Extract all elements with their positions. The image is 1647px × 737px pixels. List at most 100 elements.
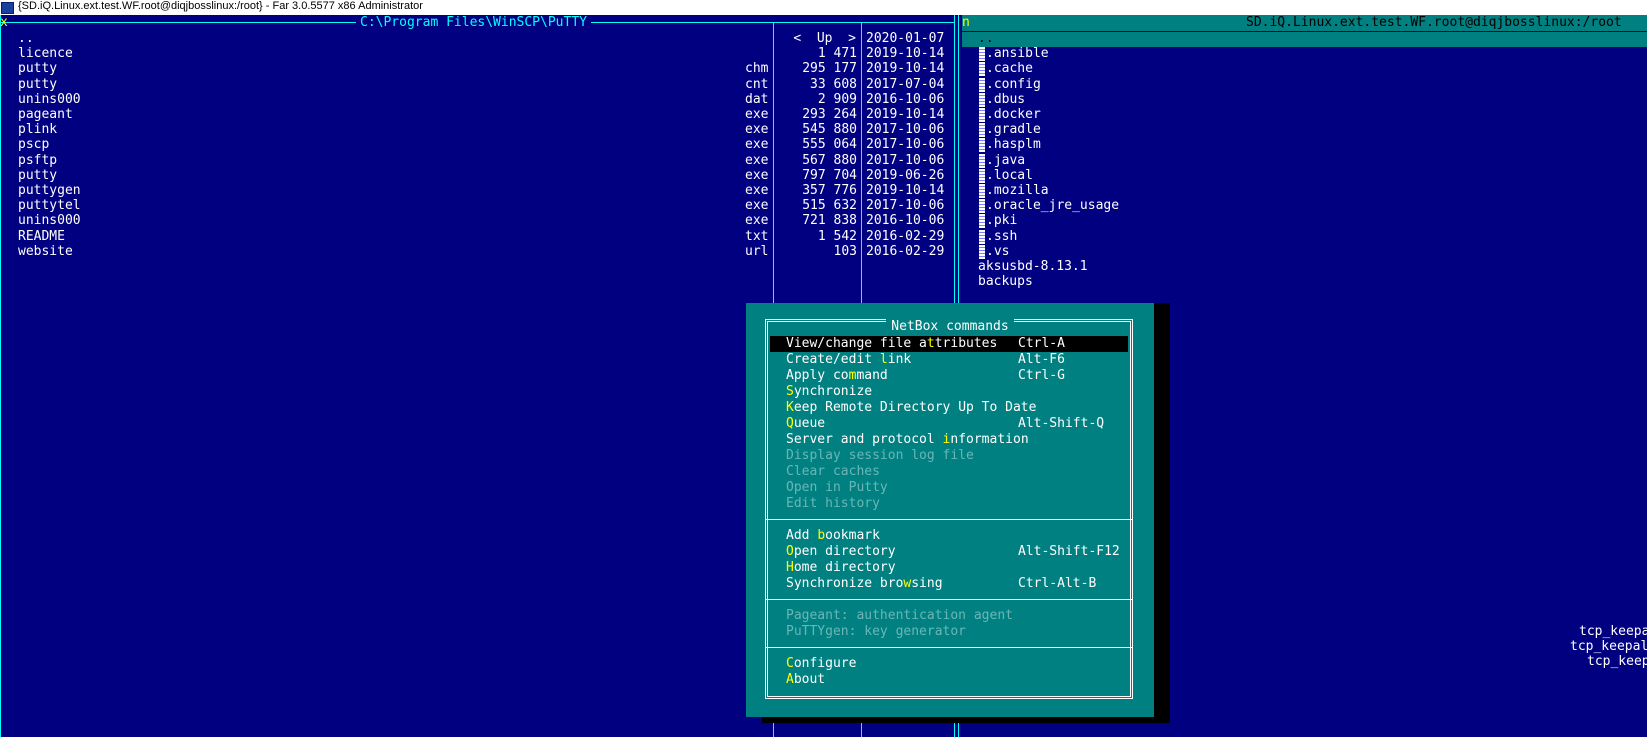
file-name[interactable]: putty — [18, 168, 57, 184]
remote-file-partial[interactable]: tcp_keepa — [1579, 624, 1647, 640]
menu-item[interactable]: Home directory — [770, 560, 1128, 576]
menu-item-label: Open directory — [786, 544, 896, 559]
file-ext: exe — [745, 152, 769, 168]
file-name[interactable]: unins000 — [18, 92, 81, 108]
remote-file-name[interactable]: backups — [978, 274, 1033, 290]
remote-file-name[interactable]: aksusbd-8.13.1 — [978, 259, 1088, 275]
file-size: 357 776 — [802, 183, 857, 198]
remote-file-name[interactable]: .dbus — [986, 92, 1025, 108]
file-name[interactable]: unins000 — [18, 213, 81, 229]
menu-item[interactable]: Create/edit link Alt-F6 — [770, 352, 1128, 368]
file-date: 2017-10-06 — [866, 198, 945, 214]
file-ext: url — [745, 243, 769, 259]
menu-item-label: Synchronize — [786, 384, 873, 399]
menu-item[interactable]: Synchronize browsing Ctrl-Alt-B — [770, 576, 1128, 592]
left-panel-up-entry[interactable]: .. — [18, 31, 34, 47]
file-name[interactable]: licence — [18, 46, 73, 62]
menu-item[interactable]: Keep Remote Directory Up To Date — [770, 400, 1128, 416]
file-size: 545 880 — [802, 122, 857, 138]
left-panel-path[interactable]: C:\Program Files\WinSCP\PuTTY — [356, 15, 591, 31]
menu-item-shortcut: Ctrl-Alt-B — [1018, 576, 1097, 591]
file-size: 1 542 — [817, 228, 857, 244]
menu-item-shortcut: Alt-Shift-F12 — [1018, 544, 1120, 559]
file-size: 515 632 — [802, 198, 857, 214]
hidden-marker-icon — [979, 62, 985, 77]
file-name[interactable]: README — [18, 229, 65, 245]
menu-item-shortcut: Ctrl-A — [1018, 336, 1065, 351]
hidden-marker-icon — [979, 92, 985, 107]
remote-file-name[interactable]: .docker — [986, 107, 1041, 123]
file-ext: txt — [745, 228, 769, 244]
dialog-title: NetBox commands — [746, 319, 1154, 335]
menu-item-label: Edit history — [786, 496, 880, 511]
menu-item[interactable]: Synchronize — [770, 384, 1128, 400]
menu-item[interactable]: Add bookmark — [770, 528, 1128, 544]
file-name[interactable]: pscp — [18, 137, 49, 153]
file-name[interactable]: puttytel — [18, 198, 81, 214]
right-panel-up-entry[interactable]: .. — [978, 31, 994, 47]
menu-item-label: PuTTYgen: key generator — [786, 624, 967, 639]
file-ext: exe — [745, 213, 769, 229]
menu-item: Clear caches — [770, 464, 1128, 480]
file-size: 2 909 — [817, 91, 857, 107]
file-date: 2017-07-04 — [866, 76, 945, 92]
file-size: 295 177 — [802, 61, 857, 77]
window-title: {SD.iQ.Linux.ext.test.WF.root@diqjbossli… — [18, 0, 423, 12]
file-name[interactable]: plink — [18, 122, 57, 138]
left-panel-up-date: 2020-01-07 — [866, 31, 945, 46]
menu-item[interactable]: Queue Alt-Shift-Q — [770, 416, 1128, 432]
file-name[interactable]: pageant — [18, 107, 73, 123]
file-name[interactable]: puttygen — [18, 183, 81, 199]
hidden-marker-icon — [979, 47, 985, 62]
remote-file-name[interactable]: .local — [986, 168, 1033, 184]
remote-file-name[interactable]: .mozilla — [986, 183, 1049, 199]
menu-item-hotkey: Q — [786, 416, 794, 431]
remote-file-name[interactable]: .oracle_jre_usage — [986, 198, 1119, 214]
right-panel-cursor — [962, 32, 1647, 47]
remote-file-name[interactable]: .gradle — [986, 122, 1041, 138]
remote-file-name[interactable]: .hasplm — [986, 137, 1041, 153]
menu-item-shortcut: Ctrl-G — [1018, 368, 1065, 383]
menu-item: Display session log file — [770, 448, 1128, 464]
hidden-marker-icon — [979, 244, 985, 259]
right-panel-title[interactable]: SD.iQ.Linux.ext.test.WF.root@diqjbosslin… — [1242, 15, 1626, 31]
remote-file-name[interactable]: .config — [986, 77, 1041, 93]
file-ext: dat — [745, 91, 769, 107]
file-name[interactable]: putty — [18, 61, 57, 77]
menu-item[interactable]: Open directory Alt-Shift-F12 — [770, 544, 1128, 560]
remote-file-partial[interactable]: tcp_keepal — [1570, 639, 1647, 655]
file-date: 2016-10-06 — [866, 91, 945, 107]
left-panel-up-size: < Up > — [793, 31, 856, 46]
file-date: 2019-10-14 — [866, 61, 945, 77]
menu-item[interactable]: Server and protocol information — [770, 432, 1128, 448]
menu-item-hotkey: C — [786, 656, 794, 671]
file-name[interactable]: psftp — [18, 153, 57, 169]
menu-item-label: Keep Remote Directory Up To Date — [786, 400, 1037, 415]
menu-item[interactable]: About — [770, 672, 1128, 688]
remote-file-name[interactable]: .ssh — [986, 229, 1017, 245]
file-name[interactable]: website — [18, 244, 73, 260]
menu-item-hotkey: O — [786, 544, 794, 559]
menu-item-hotkey: w — [903, 576, 912, 591]
file-size: 33 608 — [810, 76, 857, 92]
file-name[interactable]: putty — [18, 77, 57, 93]
menu-item[interactable]: Apply command Ctrl-G — [770, 368, 1128, 384]
menu-item-shortcut: Alt-F6 — [1018, 352, 1065, 367]
remote-file-name[interactable]: .vs — [986, 244, 1009, 260]
menu-item[interactable]: Configure — [770, 656, 1128, 672]
hidden-marker-icon — [979, 229, 985, 244]
remote-file-partial[interactable]: tcp_keep — [1587, 654, 1647, 670]
file-date: 2016-10-06 — [866, 213, 945, 229]
file-size: 293 264 — [802, 107, 857, 122]
remote-file-name[interactable]: .java — [986, 153, 1025, 169]
file-ext: cnt — [745, 76, 769, 92]
file-size: 103 — [833, 243, 857, 259]
remote-file-name[interactable]: .cache — [986, 61, 1033, 77]
dialog-separator — [765, 599, 1133, 600]
remote-file-name[interactable]: .pki — [986, 213, 1017, 229]
hidden-marker-icon — [979, 138, 985, 153]
file-date: 2019-10-14 — [866, 107, 945, 122]
menu-item[interactable]: View/change file attributes Ctrl-A — [770, 336, 1128, 352]
remote-file-name[interactable]: .ansible — [986, 46, 1049, 62]
file-size: 797 704 — [802, 167, 857, 183]
